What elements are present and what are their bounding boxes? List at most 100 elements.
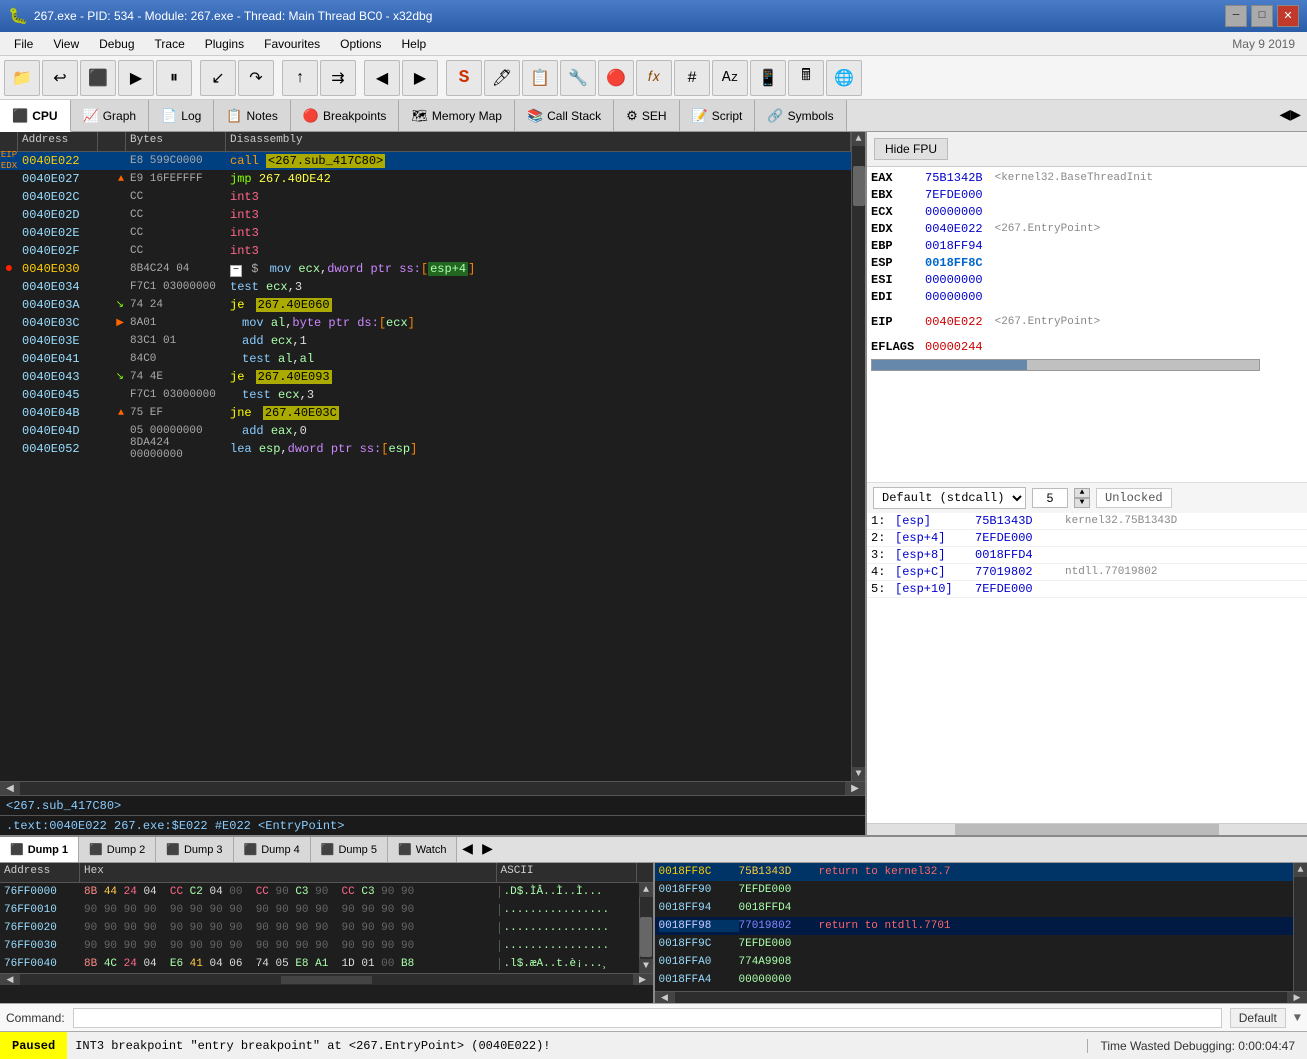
callconv-down[interactable]: ▼: [1074, 498, 1090, 508]
toolbar-hash[interactable]: #: [674, 60, 710, 96]
toolbar-stepinto[interactable]: ↙: [200, 60, 236, 96]
menu-favourites[interactable]: Favourites: [254, 32, 330, 55]
toolbar-calc2[interactable]: 🖩: [788, 60, 824, 96]
stack-hscroll-right[interactable]: ▶: [1287, 992, 1307, 1003]
reg-val-ecx[interactable]: 00000000: [925, 205, 983, 219]
maximize-button[interactable]: □: [1251, 5, 1273, 27]
menu-help[interactable]: Help: [392, 32, 437, 55]
tab-memmap[interactable]: 🗺 Memory Map: [399, 100, 515, 131]
toolbar-calc[interactable]: 𝑓𝑥: [636, 60, 672, 96]
disasm-row[interactable]: 0040E02E CC int3: [0, 224, 851, 242]
dump-tab-2[interactable]: ⬛ Dump 2: [79, 837, 156, 862]
dump-tab-4[interactable]: ⬛ Dump 4: [234, 837, 311, 862]
command-dropdown[interactable]: ▼: [1294, 1011, 1301, 1025]
menu-file[interactable]: File: [4, 32, 43, 55]
toolbar-trace[interactable]: ⇉: [320, 60, 356, 96]
dump-scroll-down[interactable]: ▼: [639, 959, 653, 973]
disasm-row[interactable]: 0040E02C CC int3: [0, 188, 851, 206]
tab-breakpoints[interactable]: 🔴 Breakpoints: [291, 100, 400, 131]
disasm-hscroll[interactable]: ◀ ▶: [0, 781, 865, 795]
tab-script[interactable]: 📝 Script: [680, 100, 756, 131]
menu-view[interactable]: View: [43, 32, 89, 55]
menu-plugins[interactable]: Plugins: [195, 32, 254, 55]
dump-tab-1[interactable]: ⬛ Dump 1: [0, 837, 79, 862]
toolbar-patch[interactable]: 🔧: [560, 60, 596, 96]
tabs-nav-btn[interactable]: ◀▶: [1273, 100, 1307, 131]
stack-hscroll[interactable]: ◀ ▶: [655, 991, 1307, 1003]
callconv-num[interactable]: [1032, 488, 1068, 508]
stack-row-2[interactable]: 2: [esp+4] 7EFDE000: [867, 530, 1307, 547]
toolbar-pause[interactable]: ⏸: [156, 60, 192, 96]
disasm-vscroll[interactable]: ▲ ▼: [851, 132, 865, 781]
toolbar-forward[interactable]: ▶: [402, 60, 438, 96]
scroll-thumb[interactable]: [853, 166, 865, 206]
toolbar-stepout[interactable]: ↑: [282, 60, 318, 96]
stack-row-4[interactable]: 4: [esp+C] 77019802 ntdll.77019802: [867, 564, 1307, 581]
reg-val-ebp[interactable]: 0018FF94: [925, 239, 983, 253]
disasm-row[interactable]: EIPEDX 0040E022 E8 599C0000 call <267.su…: [0, 152, 851, 170]
stack-hscroll-left[interactable]: ◀: [655, 992, 675, 1003]
toolbar-breakpoint[interactable]: 🔴: [598, 60, 634, 96]
reg-val-ebx[interactable]: 7EFDE000: [925, 188, 983, 202]
dump-row[interactable]: 76FF0010 90 90 90 90 90 90 90 90 90 90 9…: [0, 901, 639, 919]
toolbar-back[interactable]: ◀: [364, 60, 400, 96]
menu-trace[interactable]: Trace: [145, 32, 195, 55]
hscroll-right[interactable]: ▶: [845, 782, 865, 795]
stack-bottom-row[interactable]: 0018FF90 7EFDE000: [655, 881, 1294, 899]
scroll-up[interactable]: ▲: [852, 132, 866, 146]
reg-val-eax[interactable]: 75B1342B: [925, 171, 983, 185]
disasm-row[interactable]: 0040E03A ↘ 74 24 je 267.40E060: [0, 296, 851, 314]
dump-hscroll[interactable]: ◀ ▶: [0, 973, 653, 985]
dump-nav-next[interactable]: ▶: [477, 837, 497, 862]
stack-bottom-row[interactable]: 0018FF98 77019802 return to ntdll.7701: [655, 917, 1294, 935]
toolbar-memory[interactable]: 📋: [522, 60, 558, 96]
dump-tab-5[interactable]: ⬛ Dump 5: [311, 837, 388, 862]
stack-vscroll[interactable]: ▲ ▼: [1293, 863, 1307, 991]
menu-options[interactable]: Options: [330, 32, 391, 55]
toolbar-script[interactable]: S: [446, 60, 482, 96]
disasm-row[interactable]: 0040E02F CC int3: [0, 242, 851, 260]
command-input[interactable]: [73, 1008, 1222, 1028]
reg-val-edx[interactable]: 0040E022: [925, 222, 983, 236]
reg-val-esp[interactable]: 0018FF8C: [925, 256, 983, 270]
disasm-row[interactable]: 0040E043 ↘ 74 4E je 267.40E093: [0, 368, 851, 386]
dump-tab-3[interactable]: ⬛ Dump 3: [156, 837, 233, 862]
stack-scroll-up[interactable]: ▲: [1294, 863, 1307, 877]
callconv-select[interactable]: Default (stdcall): [873, 487, 1026, 509]
dump-row[interactable]: 76FF0030 90 90 90 90 90 90 90 90 90 90 9…: [0, 937, 639, 955]
tab-graph[interactable]: 📈 Graph: [71, 100, 150, 131]
tab-notes[interactable]: 📋 Notes: [214, 100, 291, 131]
right-hscroll-thumb[interactable]: [955, 824, 1219, 835]
reg-val-eflags[interactable]: 00000244: [925, 340, 983, 354]
dump-tab-watch[interactable]: ⬛ Watch: [388, 837, 457, 862]
disasm-row[interactable]: 0040E03E 83C1 01 add ecx,1: [0, 332, 851, 350]
tab-cpu[interactable]: ⬛ CPU: [0, 100, 71, 132]
disasm-row[interactable]: 0040E04B ▲ 75 EF jne 267.40E03C: [0, 404, 851, 422]
dump-scroll-up[interactable]: ▲: [639, 883, 653, 897]
stack-bottom-row[interactable]: 0018FFA0 774A9908: [655, 953, 1294, 971]
dump-nav-prev[interactable]: ◀: [457, 837, 477, 862]
toolbar-run[interactable]: ▶: [118, 60, 154, 96]
stack-bottom-row[interactable]: 0018FFA4 00000000: [655, 971, 1294, 989]
toolbar-label[interactable]: Az: [712, 60, 748, 96]
scroll-down[interactable]: ▼: [852, 767, 866, 781]
command-default[interactable]: Default: [1230, 1008, 1286, 1028]
toolbar-highlight[interactable]: 🖊: [484, 60, 520, 96]
hide-fpu-button[interactable]: Hide FPU: [874, 138, 948, 160]
toolbar-internet[interactable]: 🌐: [826, 60, 862, 96]
toolbar-undo[interactable]: ↩: [42, 60, 78, 96]
stack-bottom-row[interactable]: 0018FF9C 7EFDE000: [655, 935, 1294, 953]
reg-val-edi[interactable]: 00000000: [925, 290, 983, 304]
tab-callstack[interactable]: 📚 Call Stack: [515, 100, 614, 131]
right-hscroll[interactable]: [867, 823, 1307, 835]
disasm-row[interactable]: 0040E034 F7C1 03000000 test ecx,3: [0, 278, 851, 296]
disasm-row[interactable]: 0040E052 8DA424 00000000 lea esp,dword p…: [0, 440, 851, 458]
reg-val-eip[interactable]: 0040E022: [925, 315, 983, 329]
dump-hscroll-left[interactable]: ◀: [0, 974, 20, 985]
stack-row-5[interactable]: 5: [esp+10] 7EFDE000: [867, 581, 1307, 598]
close-button[interactable]: ✕: [1277, 5, 1299, 27]
disasm-row[interactable]: 0040E027 ▲ E9 16FEFFFF jmp 267.40DE42: [0, 170, 851, 188]
stack-row-1[interactable]: 1: [esp] 75B1343D kernel32.75B1343D: [867, 513, 1307, 530]
disasm-row[interactable]: 0040E03C ▶ 8A01 mov al,byte ptr ds:[ecx]: [0, 314, 851, 332]
tab-symbols[interactable]: 🔗 Symbols: [755, 100, 846, 131]
